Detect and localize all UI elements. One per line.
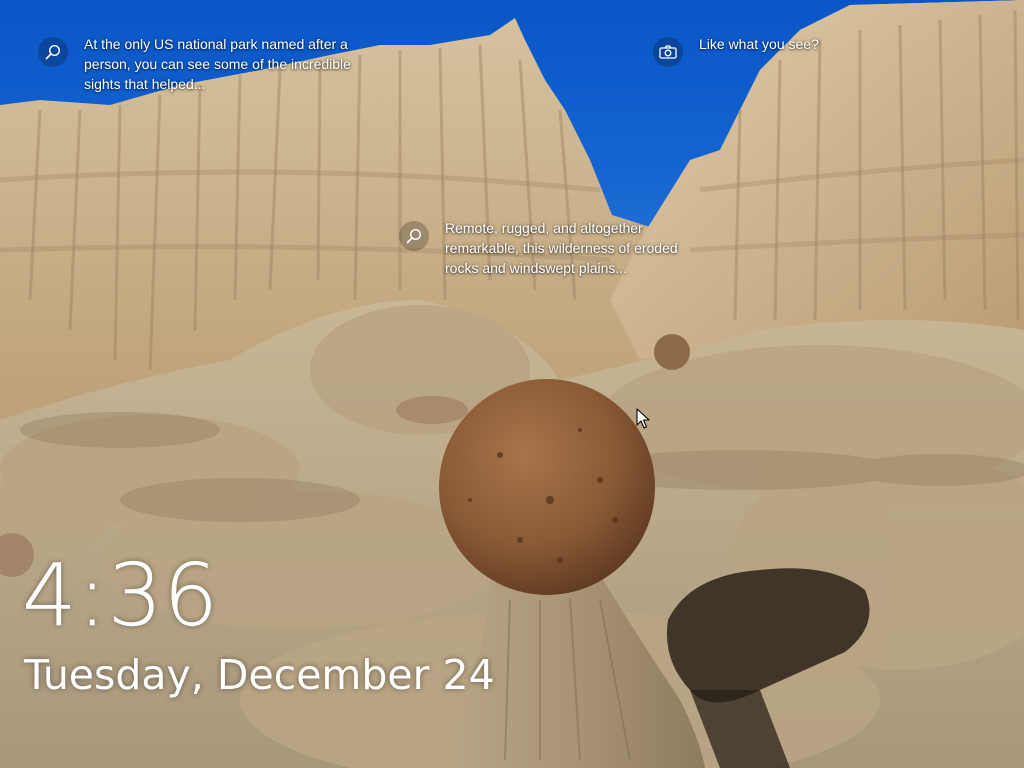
hotspot-description: At the only US national park named after… [84, 36, 351, 92]
search-icon [399, 221, 429, 251]
hotspot-description: Like what you see? [699, 36, 819, 52]
hotspot-description: Remote, rugged, and altogether remarkabl… [445, 220, 678, 276]
camera-icon [653, 37, 683, 67]
lock-screen[interactable]: At the only US national park named after… [0, 0, 1024, 768]
lock-screen-date: Tuesday, December 24 [24, 651, 495, 699]
search-icon [38, 37, 68, 67]
spotlight-hotspot-park-info[interactable]: At the only US national park named after… [38, 36, 374, 94]
mouse-cursor-icon [636, 408, 650, 429]
spotlight-hotspot-wilderness-info[interactable]: Remote, rugged, and altogether remarkabl… [399, 220, 705, 278]
lock-screen-time: 4:36 [22, 546, 220, 646]
spotlight-like-what-you-see[interactable]: Like what you see? [653, 36, 899, 67]
